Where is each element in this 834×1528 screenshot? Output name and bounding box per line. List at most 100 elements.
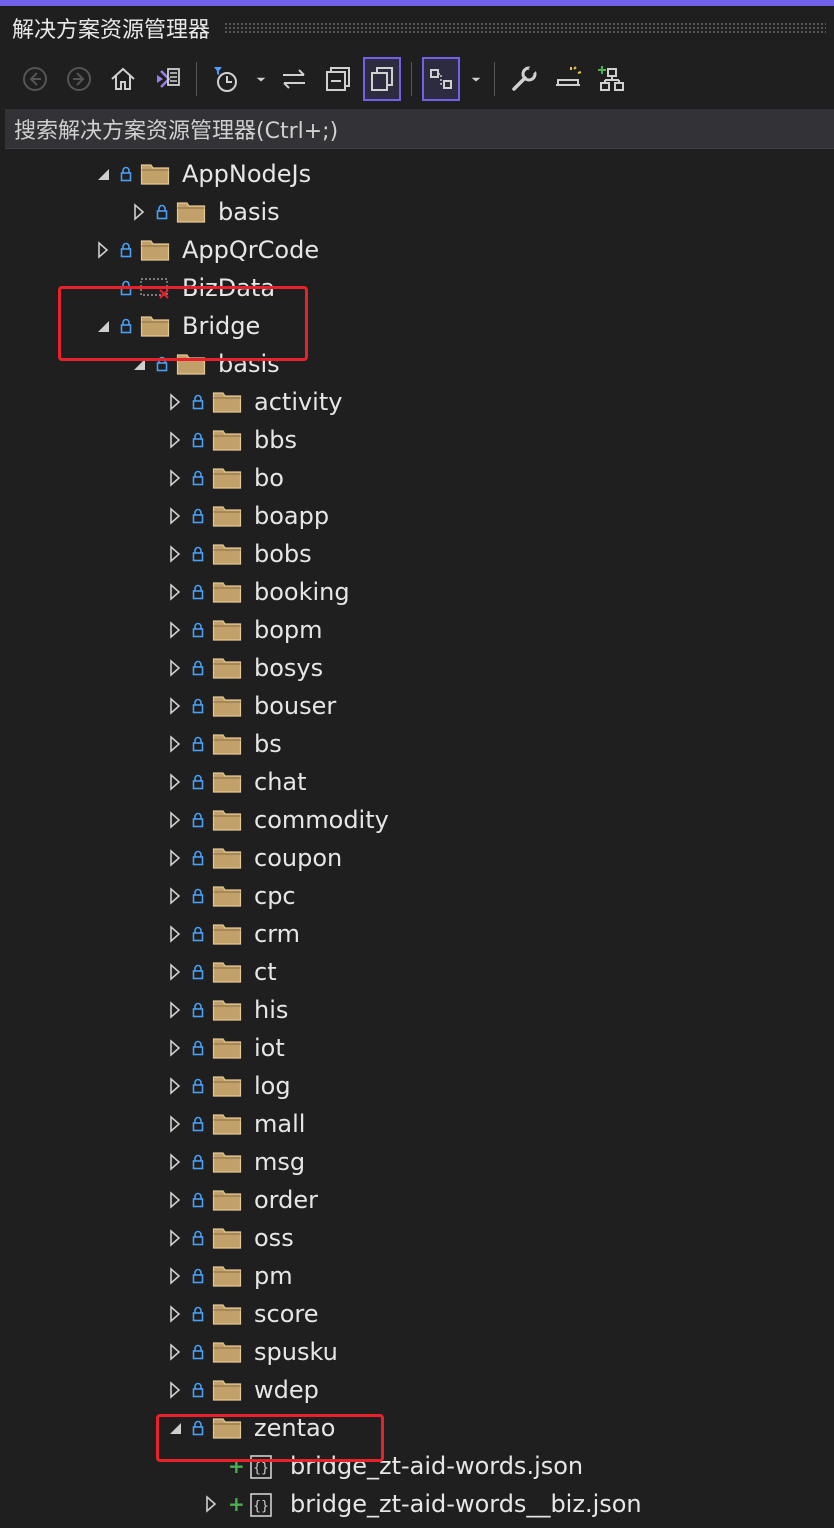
tree-item[interactable]: crm: [168, 915, 300, 953]
properties-wrench-icon: [512, 65, 537, 91]
folder-icon: [212, 428, 242, 452]
tree-item[interactable]: AppNodeJs: [96, 155, 311, 193]
collapsed-triangle-icon[interactable]: [132, 203, 146, 221]
tree-item[interactable]: commodity: [168, 801, 389, 839]
tree-item[interactable]: bosys: [168, 649, 323, 687]
tree-item[interactable]: AppQrCode: [96, 231, 319, 269]
new-solution-explorer-view-icon: [598, 66, 624, 91]
preview-dropdown-button[interactable]: [466, 57, 486, 101]
properties-button[interactable]: [505, 57, 543, 101]
tree-item[interactable]: oss: [168, 1219, 294, 1257]
collapsed-triangle-icon[interactable]: [168, 583, 182, 601]
collapsed-triangle-icon[interactable]: [168, 431, 182, 449]
tree-item[interactable]: spusku: [168, 1333, 338, 1371]
tree-item-label: oss: [254, 1224, 294, 1252]
collapsed-triangle-icon[interactable]: [168, 545, 182, 563]
collapsed-triangle-icon[interactable]: [96, 241, 110, 259]
tree-item[interactable]: activity: [168, 383, 342, 421]
collapsed-triangle-icon[interactable]: [168, 621, 182, 639]
tree-item[interactable]: log: [168, 1067, 291, 1105]
folder-icon: [212, 618, 242, 642]
collapse-all-button[interactable]: [319, 57, 357, 101]
collapsed-triangle-icon[interactable]: [168, 1229, 182, 1247]
collapsed-triangle-icon[interactable]: [168, 773, 182, 791]
tree-item[interactable]: booking: [168, 573, 350, 611]
tree-item[interactable]: wdep: [168, 1371, 319, 1409]
tree-item[interactable]: coupon: [168, 839, 342, 877]
pending-changes-filter-button[interactable]: [207, 57, 245, 101]
tree-item[interactable]: order: [168, 1181, 318, 1219]
home-button[interactable]: [104, 57, 142, 101]
folder-icon: [212, 1150, 242, 1174]
tree-item[interactable]: bobs: [168, 535, 312, 573]
collapsed-triangle-icon[interactable]: [168, 1381, 182, 1399]
dropdown-chevron-icon: [471, 77, 481, 82]
back-button[interactable]: [16, 57, 54, 101]
collapsed-triangle-icon[interactable]: [168, 1039, 182, 1057]
tree-item[interactable]: mall: [168, 1105, 305, 1143]
tree-item[interactable]: bo: [168, 459, 284, 497]
tree-item[interactable]: cpc: [168, 877, 296, 915]
collapsed-triangle-icon[interactable]: [168, 1305, 182, 1323]
tree-item[interactable]: iot: [168, 1029, 285, 1067]
source-control-lock-icon: [192, 1305, 206, 1323]
collapsed-triangle-icon[interactable]: [168, 1267, 182, 1285]
search-box[interactable]: 搜索解决方案资源管理器(Ctrl+;): [5, 109, 834, 149]
git-changes-button[interactable]: [549, 57, 587, 101]
collapsed-triangle-icon[interactable]: [204, 1495, 218, 1513]
collapsed-triangle-icon[interactable]: [168, 659, 182, 677]
tree-item[interactable]: bs: [168, 725, 282, 763]
collapsed-triangle-icon[interactable]: [168, 1115, 182, 1133]
tree-item-label: bosys: [254, 654, 324, 682]
collapsed-triangle-icon[interactable]: [168, 849, 182, 867]
tree-item[interactable]: his: [168, 991, 288, 1029]
tree-item[interactable]: boapp: [168, 497, 329, 535]
added-plus-icon: +: [228, 1492, 245, 1516]
tree-item[interactable]: bouser: [168, 687, 336, 725]
collapsed-triangle-icon[interactable]: [168, 1191, 182, 1209]
collapsed-triangle-icon[interactable]: [168, 393, 182, 411]
collapsed-triangle-icon[interactable]: [168, 469, 182, 487]
home-icon: [111, 67, 135, 90]
collapsed-triangle-icon[interactable]: [168, 1343, 182, 1361]
sync-with-active-document-button[interactable]: [275, 57, 313, 101]
tree-item[interactable]: bbs: [168, 421, 297, 459]
tree-item[interactable]: chat: [168, 763, 307, 801]
collapsed-triangle-icon[interactable]: [168, 887, 182, 905]
title-bar[interactable]: 解决方案资源管理器: [0, 6, 834, 50]
collapsed-triangle-icon[interactable]: [168, 811, 182, 829]
tree-item[interactable]: ct: [168, 953, 277, 991]
collapsed-triangle-icon[interactable]: [168, 925, 182, 943]
collapsed-triangle-icon[interactable]: [168, 735, 182, 753]
tree-item-label: score: [254, 1300, 319, 1328]
forward-button[interactable]: [60, 57, 98, 101]
collapsed-triangle-icon[interactable]: [168, 963, 182, 981]
collapsed-triangle-icon[interactable]: [168, 1001, 182, 1019]
source-control-lock-icon: [192, 393, 206, 411]
preview-selected-items-button[interactable]: [422, 57, 460, 101]
collapsed-triangle-icon[interactable]: [168, 697, 182, 715]
tree-item[interactable]: basis: [132, 193, 280, 231]
filter-dropdown-button[interactable]: [251, 57, 271, 101]
tree-item-label: AppNodeJs: [182, 160, 312, 188]
expanded-triangle-icon[interactable]: [96, 165, 110, 183]
collapsed-triangle-icon[interactable]: [168, 1077, 182, 1095]
tree-item[interactable]: msg: [168, 1143, 305, 1181]
tree-item[interactable]: bopm: [168, 611, 323, 649]
tree-item-label: his: [254, 996, 289, 1024]
tree-item[interactable]: pm: [168, 1257, 293, 1295]
folder-icon: [212, 656, 242, 680]
tree-item[interactable]: + {} bridge_zt-aid-words__biz.json: [204, 1485, 642, 1523]
folder-icon: [212, 846, 242, 870]
show-all-files-button[interactable]: [363, 57, 401, 101]
drag-grip[interactable]: [224, 22, 826, 34]
tree-item[interactable]: score: [168, 1295, 319, 1333]
collapsed-triangle-icon[interactable]: [168, 507, 182, 525]
solution-view-button[interactable]: [148, 57, 186, 101]
tree-item-label: ct: [254, 958, 277, 986]
tree-item-label: pm: [254, 1262, 293, 1290]
folder-icon: [212, 998, 242, 1022]
new-view-button[interactable]: [593, 57, 631, 101]
collapsed-triangle-icon[interactable]: [168, 1153, 182, 1171]
folder-icon: [212, 504, 242, 528]
